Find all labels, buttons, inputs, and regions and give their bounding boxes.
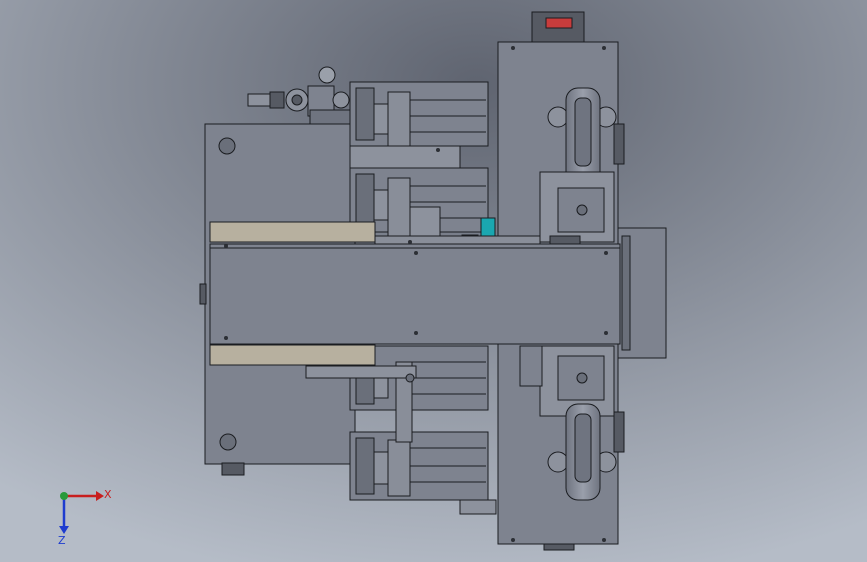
upper-cylinder-block xyxy=(539,171,615,245)
bottom-plate-tab xyxy=(543,543,575,551)
top-indicator-light xyxy=(545,17,573,29)
base-hole-bottom xyxy=(219,433,237,451)
main-horizontal-beam xyxy=(209,243,621,345)
base-side-tab xyxy=(199,283,207,305)
axis-triad: X Z xyxy=(58,488,112,547)
horizontal-link-rod xyxy=(305,365,417,379)
beige-rail-top xyxy=(209,221,376,243)
x-axis-label: X xyxy=(104,488,112,501)
z-axis-arrowhead xyxy=(59,526,69,534)
beam-top-lip xyxy=(374,235,541,245)
base-hole-top xyxy=(218,137,236,155)
assembly-drawing xyxy=(0,0,867,562)
z-axis-label: Z xyxy=(58,534,66,547)
x-axis-arrowhead xyxy=(96,491,104,501)
beige-rail-bottom xyxy=(209,344,376,366)
link-rod-pin xyxy=(405,373,415,383)
y-axis-origin xyxy=(60,492,68,500)
cad-viewport[interactable]: X Z xyxy=(0,0,867,562)
right-motor-housing xyxy=(617,227,667,359)
base-foot xyxy=(221,462,245,476)
